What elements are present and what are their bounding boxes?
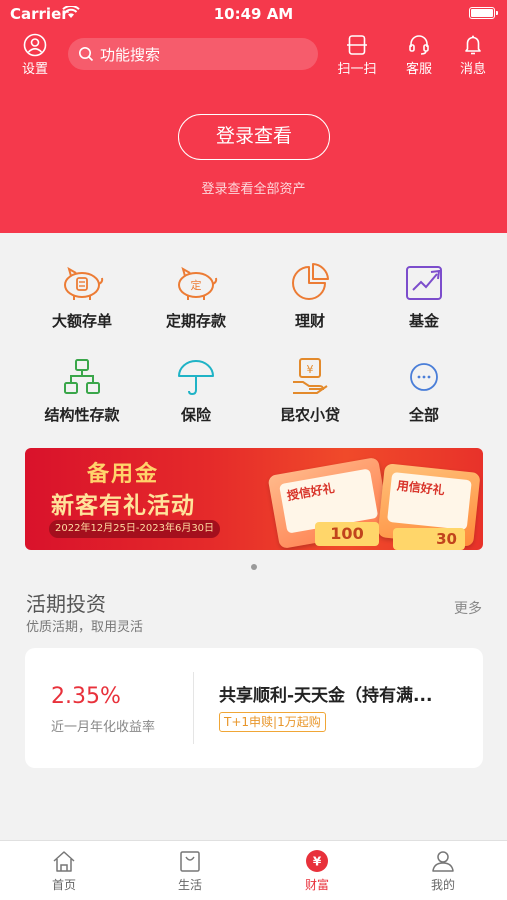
shopping-bag-icon — [180, 851, 200, 872]
menu-label: 结构性存款 — [44, 406, 120, 424]
headset-icon — [409, 35, 429, 55]
login-subtitle: 登录查看全部资产 — [201, 182, 306, 197]
login-button[interactable]: 登录查看 — [178, 114, 330, 160]
settings-button[interactable]: 设置 — [10, 33, 60, 77]
carousel-indicator — [251, 564, 257, 570]
menu-label: 保险 — [180, 406, 211, 424]
pie-chart-icon — [292, 263, 329, 300]
tab-life[interactable]: 生活 — [150, 849, 230, 893]
menu-item-wealth[interactable]: 理财 — [250, 262, 370, 331]
battery-icon — [469, 7, 498, 19]
banner-coupon: 100 — [315, 522, 379, 546]
search-input[interactable]: 功能搜索 — [68, 38, 318, 70]
messages-label: 消息 — [459, 62, 486, 77]
user-settings-icon — [23, 33, 47, 57]
banner-card-text: 用信好礼 — [387, 471, 472, 531]
more-icon — [410, 363, 438, 391]
banner-date: 2022年12月25日-2023年6月30日 — [49, 520, 221, 538]
menu-label: 基金 — [408, 312, 439, 330]
tab-wealth[interactable]: ¥ 财富 — [277, 849, 357, 893]
scan-icon — [347, 35, 367, 55]
menu-label: 理财 — [294, 312, 325, 330]
search-icon — [79, 47, 94, 62]
status-bar: Carrier 10:49 AM — [0, 0, 507, 30]
section-subtitle: 优质活期，取用灵活 — [26, 620, 144, 635]
banner-title: 备用金 — [87, 462, 160, 487]
umbrella-icon — [178, 360, 214, 396]
product-rate: 2.35% — [51, 684, 121, 709]
scan-label: 扫一扫 — [337, 62, 377, 77]
menu-label: 定期存款 — [165, 312, 226, 330]
menu-label: 昆农小贷 — [279, 406, 340, 424]
bell-icon — [465, 35, 481, 55]
service-label: 客服 — [405, 62, 432, 77]
svg-text:¥: ¥ — [313, 855, 322, 869]
divider — [193, 672, 194, 744]
menu-item-large-deposit[interactable]: 大额存单 — [22, 262, 142, 331]
menu-item-insurance[interactable]: 保险 — [136, 356, 256, 425]
clock: 10:49 AM — [213, 5, 294, 23]
menu-item-fund[interactable]: 基金 — [364, 262, 484, 331]
home-icon — [53, 851, 75, 872]
user-icon — [432, 851, 454, 872]
menu-label: 全部 — [408, 406, 439, 424]
product-card[interactable]: 2.35% 近一月年化收益率 共享顺利-天天金（持有满... T+1申赎|1万起… — [25, 648, 483, 768]
trend-chart-icon — [406, 266, 442, 300]
menu-label: 大额存单 — [51, 312, 112, 330]
product-tag: T+1申赎|1万起购 — [219, 712, 326, 732]
scan-button[interactable]: 扫一扫 — [332, 33, 382, 77]
search-placeholder: 功能搜索 — [100, 46, 161, 64]
banner-subtitle: 新客有礼活动 — [51, 493, 195, 519]
header: Carrier 10:49 AM 设置 功能搜索 扫一扫 客服 消息 登录查看 … — [0, 0, 507, 233]
tab-mine[interactable]: 我的 — [403, 849, 483, 893]
menu-item-structured-deposit[interactable]: 结构性存款 — [22, 356, 142, 425]
more-link[interactable]: 更多 — [454, 598, 482, 618]
messages-button[interactable]: 消息 — [448, 33, 498, 77]
customer-service-button[interactable]: 客服 — [394, 33, 444, 77]
fixed-deposit-icon: 定 — [178, 266, 218, 300]
section-title: 活期投资 — [26, 592, 106, 616]
tab-bar: 首页 生活 ¥ 财富 我的 — [0, 840, 507, 900]
yuan-icon: ¥ — [306, 850, 328, 872]
menu-item-fixed-deposit[interactable]: 定 定期存款 — [136, 262, 256, 331]
tab-label: 财富 — [304, 878, 329, 892]
tab-label: 生活 — [177, 878, 202, 892]
structure-icon — [64, 359, 100, 394]
product-name: 共享顺利-天天金（持有满... — [219, 686, 433, 706]
product-rate-label: 近一月年化收益率 — [51, 720, 156, 735]
loan-icon: ¥ — [293, 358, 328, 394]
menu-item-microloan[interactable]: ¥ 昆农小贷 — [250, 356, 370, 425]
tab-home[interactable]: 首页 — [24, 849, 104, 893]
settings-label: 设置 — [21, 62, 48, 77]
banner-coupon: 30 — [393, 528, 465, 550]
tab-label: 首页 — [51, 878, 76, 892]
svg-text:¥: ¥ — [307, 363, 314, 376]
menu-item-all[interactable]: 全部 — [364, 356, 484, 425]
piggy-bank-icon — [64, 266, 104, 300]
promo-banner[interactable]: 备用金 新客有礼活动 2022年12月25日-2023年6月30日 授信好礼 用… — [25, 448, 483, 550]
svg-text:定: 定 — [191, 278, 202, 292]
tab-label: 我的 — [430, 878, 455, 892]
